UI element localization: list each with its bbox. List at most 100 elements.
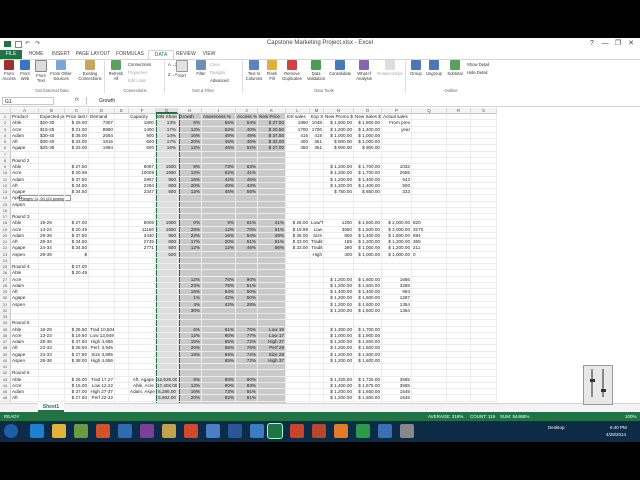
refresh-all-label: Refresh All	[108, 71, 124, 81]
cell-r46[interactable]	[447, 395, 471, 402]
chrome-icon[interactable]	[184, 424, 198, 438]
globe-icon	[20, 60, 30, 70]
restore-button[interactable]: ❐	[613, 39, 623, 48]
reapply-item[interactable]: Reapply	[210, 70, 225, 75]
minimize-button[interactable]: —	[600, 39, 610, 48]
subtotal-button[interactable]: Subtotal	[445, 60, 465, 76]
powerpoint-icon[interactable]	[312, 424, 326, 438]
cell-f46[interactable]	[129, 395, 156, 402]
cell-c46[interactable]: $ 27.50	[65, 395, 89, 402]
volume-knob-1[interactable]	[590, 379, 595, 382]
excel-taskbar-icon[interactable]	[267, 423, 283, 439]
app-icon[interactable]	[356, 424, 370, 438]
redo-icon[interactable]: ↷	[35, 41, 42, 47]
filter-button[interactable]: Filter	[194, 60, 208, 76]
advanced-item[interactable]: Advanced	[210, 78, 229, 83]
flash-fill-label: Flash Fill	[266, 71, 278, 81]
cell-p46[interactable]: 1545	[382, 395, 412, 402]
explorer-icon[interactable]	[52, 424, 66, 438]
cell-m46[interactable]	[310, 395, 324, 402]
flash-fill-button[interactable]: Flash Fill	[265, 60, 279, 81]
cell-i46[interactable]: 82%	[202, 395, 236, 402]
app-icon[interactable]	[206, 424, 220, 438]
row-header[interactable]: 46	[0, 395, 11, 402]
tab-file[interactable]: FILE	[0, 50, 22, 59]
tab-formulas[interactable]: FORMULAS	[114, 50, 146, 59]
app-icon[interactable]	[140, 424, 154, 438]
volume-slider-1[interactable]	[591, 369, 593, 397]
clear-item[interactable]: Clear	[210, 62, 220, 67]
data-validation-button[interactable]: Data Validation	[305, 60, 327, 81]
group-separator	[164, 61, 165, 93]
cell-g46[interactable]: 5,662.00	[156, 395, 178, 402]
tab-view[interactable]: VIEW	[199, 50, 219, 59]
cell-l46[interactable]	[286, 395, 310, 402]
tab-page-layout[interactable]: PAGE LAYOUT	[75, 50, 111, 59]
app-icon[interactable]	[118, 424, 132, 438]
group-separator	[242, 61, 243, 93]
desktop-toolbar[interactable]: Desktop	[548, 425, 565, 430]
tab-home[interactable]: HOME	[25, 50, 47, 59]
app-icon[interactable]	[400, 424, 414, 438]
app-icon[interactable]	[74, 424, 88, 438]
zoom-level[interactable]: 100%	[625, 412, 637, 421]
app-icon[interactable]	[290, 424, 304, 438]
start-icon[interactable]	[4, 424, 18, 438]
cell-b46[interactable]	[39, 395, 65, 402]
what-if-analysis-button[interactable]: What-If Analysis	[353, 60, 375, 81]
tab-review[interactable]: REVIEW	[174, 50, 198, 59]
cell-q46[interactable]	[412, 395, 447, 402]
existing-connections-button[interactable]: Existing Connections	[78, 60, 102, 81]
connections-item[interactable]: Connections	[128, 62, 151, 67]
group-button[interactable]: Group	[409, 60, 423, 76]
clock-date[interactable]: 4/28/2014	[606, 432, 626, 437]
save-icon[interactable]	[15, 41, 22, 48]
from-access-button[interactable]: From Access	[2, 60, 16, 81]
text-to-columns-button[interactable]: Text to Columns	[245, 60, 263, 81]
from-text-button[interactable]: From Text	[34, 60, 48, 83]
help-button[interactable]: ?	[587, 39, 597, 48]
cell-n46[interactable]: $ 1,200.00	[324, 395, 354, 402]
flash-icon	[267, 60, 277, 70]
sort-button[interactable]: Sort	[176, 60, 188, 78]
from-text-label: From Text	[36, 73, 46, 83]
properties-item[interactable]: Properties	[128, 70, 147, 75]
cell-o46[interactable]: $ 1,600.00	[354, 395, 382, 402]
sheet-tab-sheet1[interactable]: Sheet1	[38, 403, 64, 412]
cell-k46[interactable]	[258, 395, 286, 402]
refresh-all-button[interactable]: Refresh All	[107, 60, 125, 81]
from-other-sources-button[interactable]: From Other Sources	[50, 60, 72, 81]
fx-icon[interactable]: fx	[75, 97, 79, 103]
undo-icon[interactable]: ↶	[25, 41, 32, 47]
cell-a46[interactable]: Aft	[11, 395, 39, 402]
firefox-icon[interactable]	[334, 424, 348, 438]
from-web-button[interactable]: From Web	[18, 60, 32, 81]
cell-h46[interactable]: 20%	[178, 395, 202, 402]
app-icon[interactable]	[162, 424, 176, 438]
cell-d46[interactable]: Perf 22-32	[89, 395, 115, 402]
edit-links-item[interactable]: Edit Links	[128, 78, 146, 83]
remove-duplicates-button[interactable]: Remove Duplicates	[281, 60, 303, 81]
tab-insert[interactable]: INSERT	[50, 50, 72, 59]
what-if-analysis-label: What-If Analysis	[356, 71, 372, 81]
ie-icon[interactable]	[30, 424, 44, 438]
ungroup-button[interactable]: Ungroup	[424, 60, 444, 76]
cell-s46[interactable]	[471, 395, 497, 402]
app-icon[interactable]	[250, 424, 264, 438]
volume-knob-2[interactable]	[601, 389, 606, 392]
app-icon[interactable]	[378, 424, 392, 438]
close-button[interactable]: ✕	[626, 39, 636, 48]
cell-e46[interactable]	[115, 395, 129, 402]
consolidate-icon	[335, 60, 345, 70]
name-box[interactable]: G1	[2, 97, 54, 105]
formula-input[interactable]: Growth	[86, 97, 636, 105]
consolidate-button[interactable]: Consolidate	[329, 60, 351, 76]
word-icon[interactable]	[228, 424, 242, 438]
show-detail-item[interactable]: Show Detail	[467, 62, 489, 67]
app-icon[interactable]	[96, 424, 110, 438]
relationships-button[interactable]: Relationships	[377, 60, 403, 76]
volume-slider-2[interactable]	[602, 369, 604, 397]
hide-detail-item[interactable]: Hide Detail	[467, 70, 487, 75]
clock-time[interactable]: 6:40 PM	[610, 425, 627, 430]
cell-j46[interactable]: 81%	[236, 395, 258, 402]
